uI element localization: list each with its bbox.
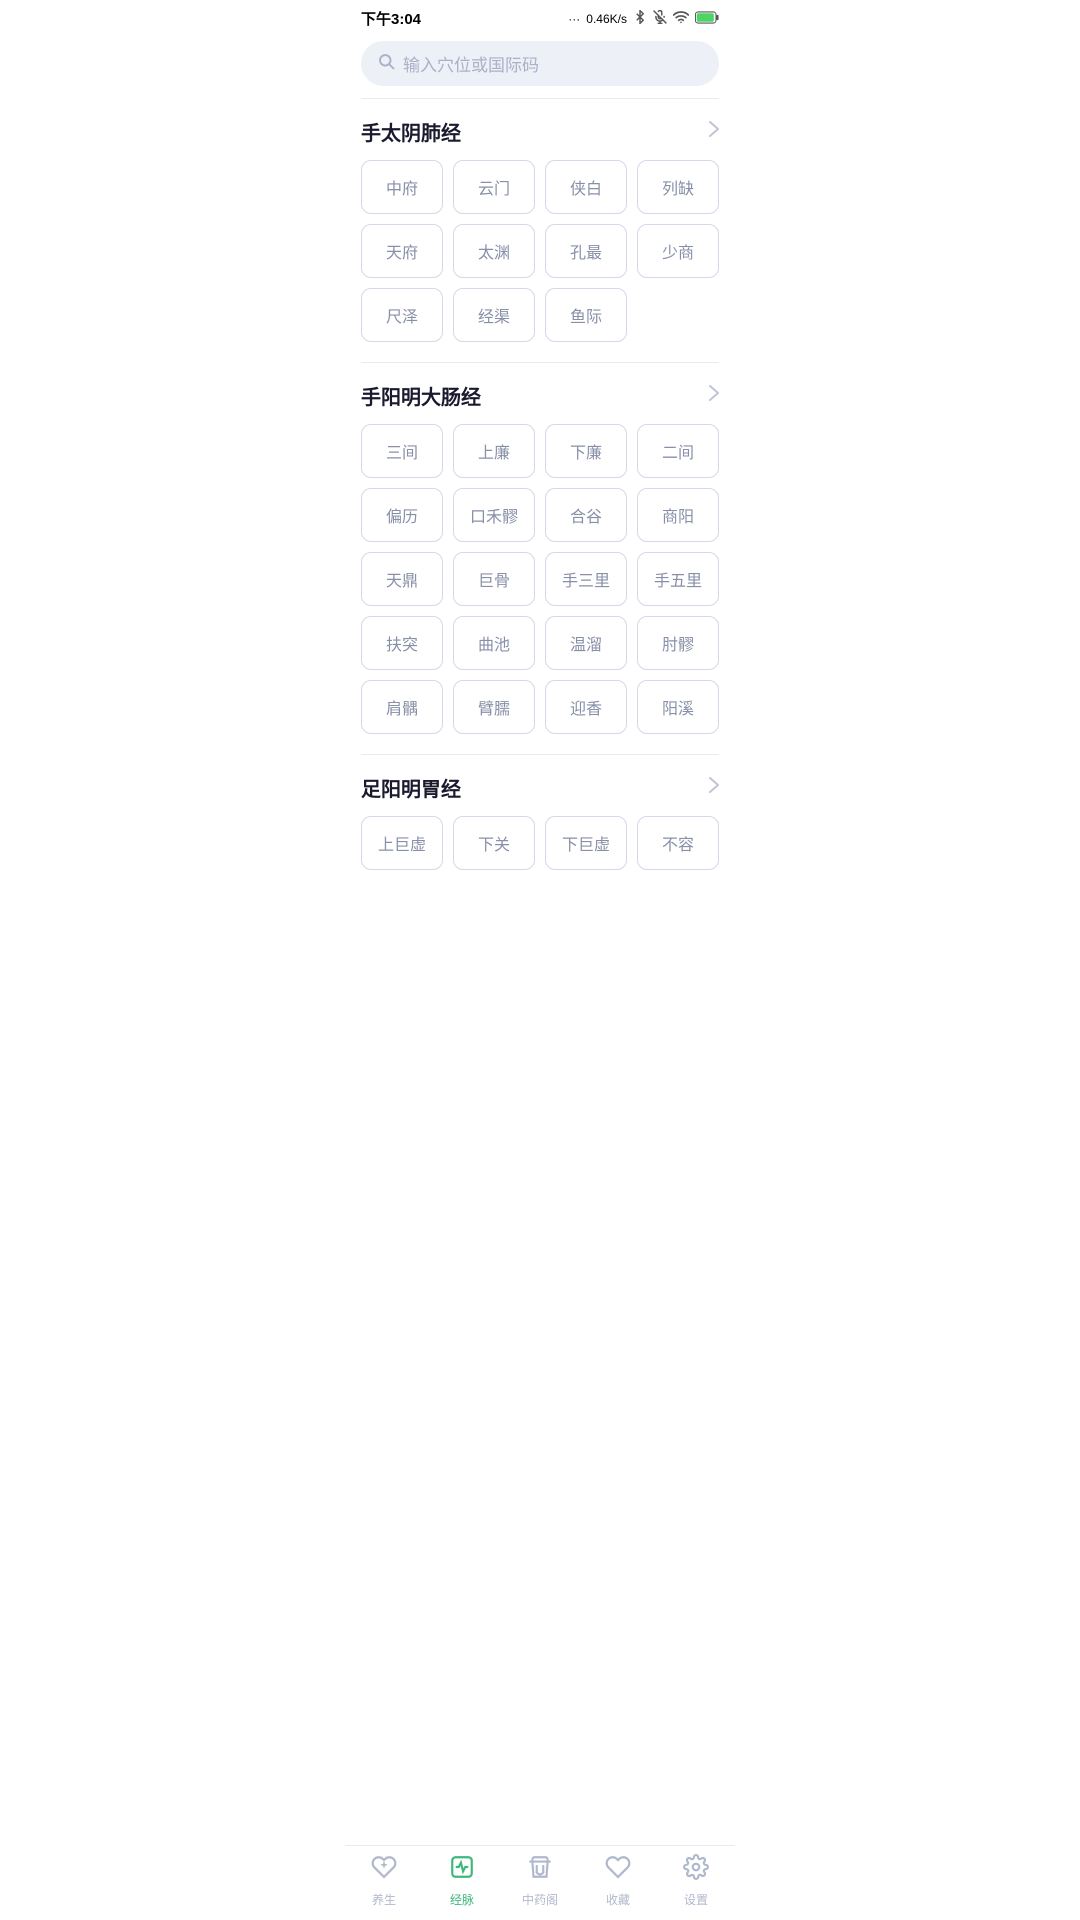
tab-yangsheng[interactable]: 养生 xyxy=(354,1854,414,1908)
tab-jingmai[interactable]: 经脉 xyxy=(432,1854,492,1908)
scroll-content: 手太阴肺经中府云门侠白列缺天府太渊孔最少商尺泽经渠鱼际手阳明大肠经三间上廉下廉二… xyxy=(345,99,735,956)
search-bar[interactable]: 输入穴位或国际码 xyxy=(361,41,719,86)
acupoint-btn-large-intestine-13[interactable]: 曲池 xyxy=(453,616,535,670)
acupoint-btn-stomach-2[interactable]: 下巨虚 xyxy=(545,816,627,870)
tab-shezhi-label: 设置 xyxy=(684,1891,708,1908)
meridian-section-stomach: 足阳明胃经上巨虚下关下巨虚不容 xyxy=(345,755,735,886)
status-signal: ··· xyxy=(568,12,580,26)
status-bluetooth xyxy=(633,10,647,27)
acupoint-btn-lung-4[interactable]: 天府 xyxy=(361,224,443,278)
meridian-header-stomach[interactable]: 足阳明胃经 xyxy=(361,755,719,816)
meridian-section-lung: 手太阴肺经中府云门侠白列缺天府太渊孔最少商尺泽经渠鱼际 xyxy=(345,99,735,358)
acupoints-grid-lung: 中府云门侠白列缺天府太渊孔最少商尺泽经渠鱼际 xyxy=(361,160,719,358)
tab-yangsheng-icon xyxy=(371,1854,397,1887)
acupoint-btn-large-intestine-0[interactable]: 三间 xyxy=(361,424,443,478)
tab-bar: 养生 经脉 中药阁 收藏 设置 xyxy=(345,1845,735,1920)
status-time: 下午3:04 xyxy=(361,8,421,29)
acupoint-btn-lung-8[interactable]: 尺泽 xyxy=(361,288,443,342)
tab-zhongyao-label: 中药阁 xyxy=(522,1891,558,1908)
meridian-section-large-intestine: 手阳明大肠经三间上廉下廉二间偏历口禾髎合谷商阳天鼎巨骨手三里手五里扶突曲池温溜肘… xyxy=(345,363,735,750)
meridian-header-lung[interactable]: 手太阴肺经 xyxy=(361,99,719,160)
acupoint-btn-lung-7[interactable]: 少商 xyxy=(637,224,719,278)
acupoint-btn-lung-0[interactable]: 中府 xyxy=(361,160,443,214)
tab-shezhi-icon xyxy=(683,1854,709,1887)
acupoint-btn-lung-3[interactable]: 列缺 xyxy=(637,160,719,214)
status-battery xyxy=(695,11,719,27)
acupoint-btn-large-intestine-1[interactable]: 上廉 xyxy=(453,424,535,478)
meridian-title-lung: 手太阴肺经 xyxy=(361,117,461,146)
acupoint-btn-large-intestine-15[interactable]: 肘髎 xyxy=(637,616,719,670)
acupoint-btn-large-intestine-7[interactable]: 商阳 xyxy=(637,488,719,542)
status-right: ··· 0.46K/s xyxy=(568,10,719,27)
acupoint-btn-large-intestine-2[interactable]: 下廉 xyxy=(545,424,627,478)
acupoint-btn-large-intestine-11[interactable]: 手五里 xyxy=(637,552,719,606)
search-placeholder: 输入穴位或国际码 xyxy=(403,51,539,76)
acupoint-btn-large-intestine-3[interactable]: 二间 xyxy=(637,424,719,478)
status-speed: 0.46K/s xyxy=(586,12,627,26)
acupoint-btn-large-intestine-14[interactable]: 温溜 xyxy=(545,616,627,670)
acupoint-btn-lung-5[interactable]: 太渊 xyxy=(453,224,535,278)
tab-zhongyao-icon xyxy=(527,1854,553,1887)
acupoint-btn-large-intestine-9[interactable]: 巨骨 xyxy=(453,552,535,606)
tab-jingmai-label: 经脉 xyxy=(450,1891,474,1908)
acupoint-btn-stomach-0[interactable]: 上巨虚 xyxy=(361,816,443,870)
tab-jingmai-icon xyxy=(449,1854,475,1887)
chevron-right-icon-large-intestine xyxy=(709,385,719,406)
search-container: 输入穴位或国际码 xyxy=(345,33,735,98)
tab-shoucang[interactable]: 收藏 xyxy=(588,1854,648,1908)
tab-yangsheng-label: 养生 xyxy=(372,1891,396,1908)
acupoint-btn-lung-10[interactable]: 鱼际 xyxy=(545,288,627,342)
acupoints-grid-stomach: 上巨虚下关下巨虚不容 xyxy=(361,816,719,886)
acupoint-btn-stomach-3[interactable]: 不容 xyxy=(637,816,719,870)
search-icon xyxy=(377,52,395,75)
acupoint-btn-large-intestine-18[interactable]: 迎香 xyxy=(545,680,627,734)
acupoints-grid-large-intestine: 三间上廉下廉二间偏历口禾髎合谷商阳天鼎巨骨手三里手五里扶突曲池温溜肘髎肩髃臂臑迎… xyxy=(361,424,719,750)
meridian-header-large-intestine[interactable]: 手阳明大肠经 xyxy=(361,363,719,424)
acupoint-btn-large-intestine-10[interactable]: 手三里 xyxy=(545,552,627,606)
meridian-title-large-intestine: 手阳明大肠经 xyxy=(361,381,481,410)
acupoint-btn-lung-2[interactable]: 侠白 xyxy=(545,160,627,214)
chevron-right-icon-stomach xyxy=(709,777,719,798)
acupoint-btn-large-intestine-17[interactable]: 臂臑 xyxy=(453,680,535,734)
acupoint-btn-large-intestine-16[interactable]: 肩髃 xyxy=(361,680,443,734)
status-mute xyxy=(653,10,667,27)
chevron-right-icon-lung xyxy=(709,121,719,142)
acupoint-btn-large-intestine-5[interactable]: 口禾髎 xyxy=(453,488,535,542)
status-bar: 下午3:04 ··· 0.46K/s xyxy=(345,0,735,33)
acupoint-btn-lung-6[interactable]: 孔最 xyxy=(545,224,627,278)
tab-shoucang-label: 收藏 xyxy=(606,1891,630,1908)
status-wifi xyxy=(673,10,689,27)
tab-zhongyao[interactable]: 中药阁 xyxy=(510,1854,570,1908)
acupoint-btn-large-intestine-8[interactable]: 天鼎 xyxy=(361,552,443,606)
acupoint-btn-lung-9[interactable]: 经渠 xyxy=(453,288,535,342)
tab-shoucang-icon xyxy=(605,1854,631,1887)
acupoint-btn-large-intestine-4[interactable]: 偏历 xyxy=(361,488,443,542)
acupoint-btn-lung-1[interactable]: 云门 xyxy=(453,160,535,214)
acupoint-btn-stomach-1[interactable]: 下关 xyxy=(453,816,535,870)
acupoint-btn-large-intestine-12[interactable]: 扶突 xyxy=(361,616,443,670)
acupoint-btn-large-intestine-19[interactable]: 阳溪 xyxy=(637,680,719,734)
tab-shezhi[interactable]: 设置 xyxy=(666,1854,726,1908)
meridian-title-stomach: 足阳明胃经 xyxy=(361,773,461,802)
acupoint-btn-large-intestine-6[interactable]: 合谷 xyxy=(545,488,627,542)
